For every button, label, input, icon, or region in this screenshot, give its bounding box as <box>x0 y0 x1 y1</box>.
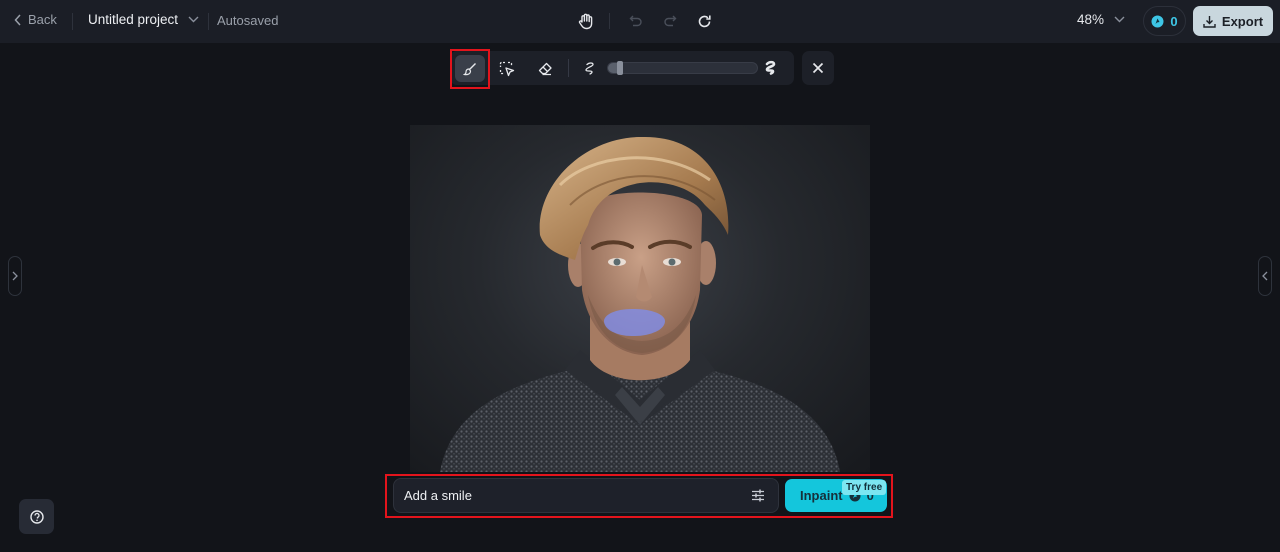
brush-size-small-icon <box>585 62 594 75</box>
export-label: Export <box>1221 13 1264 29</box>
help-button[interactable] <box>19 499 54 534</box>
inpaint-label: Inpaint <box>800 488 843 503</box>
divider <box>208 13 209 30</box>
divider <box>609 13 610 29</box>
try-free-badge: Try free <box>842 480 887 495</box>
credits-button[interactable]: 0 <box>1143 6 1186 36</box>
canvas-image[interactable] <box>410 125 870 472</box>
chevron-left-icon <box>1262 271 1268 281</box>
undo-icon <box>629 15 642 27</box>
eraser-icon <box>538 62 552 75</box>
chevron-down-icon <box>1114 16 1125 23</box>
hand-tool-button[interactable] <box>575 10 597 32</box>
chevron-right-icon <box>12 271 18 281</box>
right-panel-toggle[interactable] <box>1258 256 1272 296</box>
brush-size-large-icon <box>765 60 776 75</box>
credit-icon <box>1151 15 1164 27</box>
project-name: Untitled project <box>88 12 179 27</box>
brush-tool-button[interactable] <box>455 55 485 82</box>
refresh-icon <box>698 15 711 27</box>
toolbar-divider <box>568 59 569 77</box>
save-status: Autosaved <box>217 13 279 28</box>
zoom-level: 48% <box>1077 12 1105 27</box>
prompt-input[interactable] <box>404 488 748 503</box>
sliders-icon <box>752 489 764 502</box>
eraser-tool-button[interactable] <box>530 55 560 82</box>
chevron-down-icon <box>188 16 199 23</box>
close-icon <box>812 62 824 74</box>
help-icon <box>29 509 44 524</box>
portrait-image <box>440 136 840 472</box>
chevron-left-icon <box>14 13 21 26</box>
redo-button[interactable] <box>659 10 681 32</box>
zoom-dropdown[interactable]: 48% <box>1077 12 1125 27</box>
redo-icon <box>664 15 677 27</box>
smart-select-tool-button[interactable] <box>492 55 522 82</box>
brush-icon <box>463 62 476 75</box>
brush-size-thumb[interactable] <box>617 61 623 75</box>
download-icon <box>1203 15 1216 28</box>
top-bar: Back Untitled project Autosaved 48% 0 Ex… <box>0 0 1280 43</box>
credits-count: 0 <box>1170 13 1178 29</box>
refresh-button[interactable] <box>693 10 715 32</box>
back-button[interactable]: Back <box>14 12 57 27</box>
project-name-dropdown[interactable]: Untitled project <box>88 12 199 27</box>
brush-size-slider[interactable] <box>607 61 758 75</box>
export-button[interactable]: Export <box>1193 6 1273 36</box>
left-panel-toggle[interactable] <box>8 256 22 296</box>
prompt-field[interactable] <box>393 478 779 513</box>
select-cursor-icon <box>499 61 515 76</box>
hand-icon <box>578 13 593 29</box>
back-label: Back <box>28 12 57 27</box>
canvas-tools <box>575 10 715 32</box>
close-inpaint-button[interactable] <box>802 51 834 85</box>
prompt-settings-button[interactable] <box>748 486 768 506</box>
undo-button[interactable] <box>625 10 647 32</box>
divider <box>72 13 73 30</box>
